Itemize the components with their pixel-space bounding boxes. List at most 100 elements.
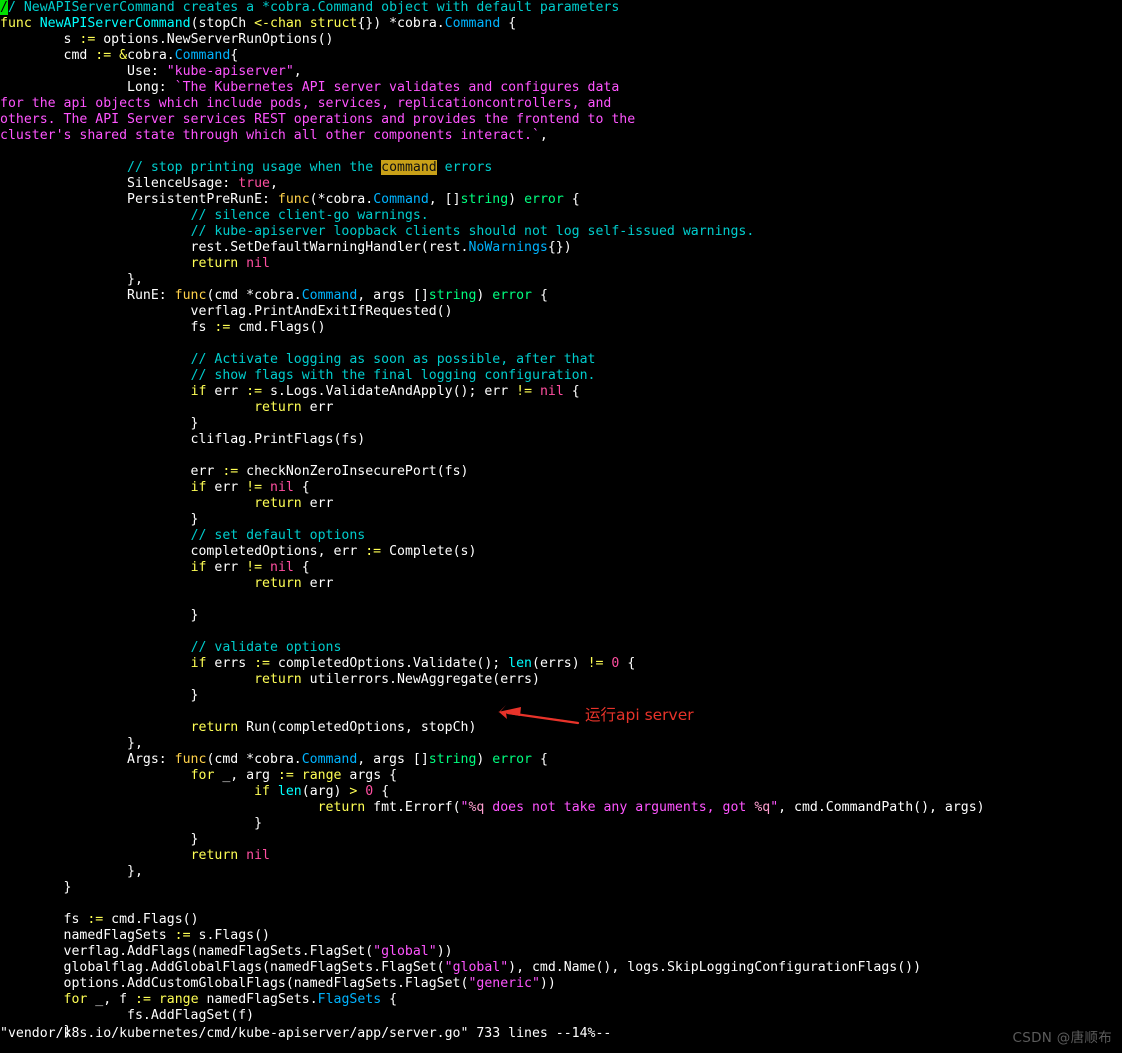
cursor-block: / [0,0,8,15]
search-highlight: command [381,160,437,175]
code-token: FlagSets [317,992,382,1007]
code-token: { [381,992,398,1007]
code-token: globalflag.AddGlobalFlags(namedFlagSets.… [0,960,445,975]
code-token: err [301,576,334,591]
code-token: := [365,544,382,559]
code-token: return [254,400,302,415]
code-token: "generic" [468,976,540,991]
code-line: // silence client-go warnings. [0,208,1122,224]
code-line: } [0,832,1122,848]
code-line: } [0,880,1122,896]
code-line: s := options.NewServerRunOptions() [0,32,1122,48]
code-token: Command [373,192,429,207]
code-token: s [0,32,80,47]
code-token: ) [508,192,525,207]
code-token: {}) [547,240,572,255]
code-token: (cmd *cobra. [206,288,302,303]
code-token: }, [0,736,143,751]
code-token: err [206,384,247,399]
code-line: fs := cmd.Flags() [0,912,1122,928]
code-token: range [301,768,342,783]
code-token: Complete(s) [381,544,477,559]
code-token: PersistentPreRunE: [0,192,278,207]
code-token: := [135,992,151,1007]
code-line: Args: func(cmd *cobra.Command, args []st… [0,752,1122,768]
code-token: != [246,560,263,575]
code-token: // set default options [190,528,366,543]
code-token: := [246,384,263,399]
code-token: " [770,800,779,815]
code-token: object with default parameters [373,0,620,15]
vim-code-buffer[interactable]: // NewAPIServerCommand creates a *cobra.… [0,0,1122,1039]
code-token: options.NewServerRunOptions() [95,32,334,47]
code-token: cluster's shared state through which all… [0,128,540,143]
code-token: Command [174,48,231,63]
code-token: %q [468,800,485,815]
code-line: return fmt.Errorf("%q does not take any … [0,800,1122,816]
code-line: cluster's shared state through which all… [0,128,1122,144]
code-line: // stop printing usage when the command … [0,160,1122,176]
code-token: // kube-apiserver loopback clients shoul… [190,224,755,239]
code-token: // stop printing usage when the [127,160,382,175]
code-token: nil [270,480,294,495]
code-line: cliflag.PrintFlags(fs) [0,432,1122,448]
code-token: ), cmd.Name(), logs.SkipLoggingConfigura… [508,960,922,975]
status-file-info: "vendor/k8s.io/kubernetes/cmd/kube-apise… [0,1026,612,1041]
code-token: string [460,192,509,207]
code-line: return utilerrors.NewAggregate(errs) [0,672,1122,688]
code-token: , [269,176,278,191]
code-token: := [95,48,112,63]
code-token: } [0,416,199,431]
code-token: err [206,480,247,495]
code-token: { [500,16,517,31]
code-token: := [87,912,104,927]
code-token: }, [0,864,143,879]
code-token: return [254,496,302,511]
code-token: } [0,880,72,895]
code-token: if [190,560,207,575]
code-token: "kube-apiserver" [166,64,294,79]
code-token: Long: [0,80,175,95]
code-token: func [174,288,207,303]
code-token: s.Logs.ValidateAndApply(); err [262,384,517,399]
code-line: err := checkNonZeroInsecurePort(fs) [0,464,1122,480]
code-token: // show flags with the final logging con… [190,368,596,383]
code-token: namedFlagSets [0,928,175,943]
code-line: verflag.PrintAndExitIfRequested() [0,304,1122,320]
code-token: error [492,752,532,767]
code-token: )) [436,944,453,959]
code-token: "global" [444,960,509,975]
code-token: (stopCh [190,16,255,31]
code-line: } [0,816,1122,832]
code-token: %q [754,800,771,815]
code-token: return [317,800,366,815]
code-line: fs := cmd.Flags() [0,320,1122,336]
code-line: return nil [0,848,1122,864]
code-token: != [516,384,533,399]
code-line: // Activate logging as soon as possible,… [0,352,1122,368]
code-line: // kube-apiserver loopback clients shoul… [0,224,1122,240]
code-token: Command [301,288,358,303]
code-token: } [0,688,199,703]
code-token: if [190,656,207,671]
code-line: if len(arg) > 0 { [0,784,1122,800]
code-token: <- [254,16,270,31]
code-token: { [532,752,548,767]
